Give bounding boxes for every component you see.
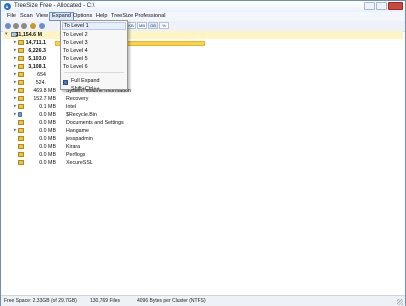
tree-row[interactable]: ▸ 0.1 MB Intel bbox=[3, 103, 403, 111]
folder-size: 469.8 MB bbox=[33, 88, 56, 94]
folder-name: Documents and Settings bbox=[66, 120, 124, 126]
expand-to-level-1[interactable]: To Level 1 bbox=[62, 22, 126, 30]
folder-size: 0.0 MB bbox=[39, 128, 56, 134]
folder-size: 0.0 MB bbox=[39, 152, 56, 158]
tree-row[interactable]: 0.0 MB Documents and Settings bbox=[3, 119, 403, 127]
free-space-status: Free Space: 2.33GB (of 29.7GB) bbox=[4, 298, 77, 304]
folder-size: 0.0 MB bbox=[39, 144, 56, 150]
menu-treesize-professional[interactable]: TreeSize Professional bbox=[109, 13, 168, 19]
expand-to-level-3[interactable]: To Level 3 bbox=[62, 39, 126, 47]
folder-size: 5,103.0 bbox=[28, 56, 46, 62]
folder-size: 654 bbox=[37, 72, 46, 78]
folder-size: 0.1 MB bbox=[39, 104, 56, 110]
tree-row[interactable]: 0.0 MB jesspadmin bbox=[3, 135, 403, 143]
folder-name: Recovery bbox=[66, 96, 89, 102]
expand-to-level-5[interactable]: To Level 5 bbox=[62, 55, 126, 63]
menu-scan[interactable]: Scan bbox=[18, 13, 35, 19]
tree-row[interactable]: 0.0 MB Kirara bbox=[3, 143, 403, 151]
tree-row[interactable]: ▸ 152.7 MB Recovery bbox=[3, 95, 403, 103]
unit-gb-button[interactable]: GB bbox=[148, 22, 158, 29]
treesize-logo-icon bbox=[4, 3, 11, 10]
close-button[interactable] bbox=[388, 2, 403, 10]
tree-row[interactable]: 0.0 MB Perflogs bbox=[3, 151, 403, 159]
minimize-button[interactable] bbox=[364, 2, 375, 10]
menu-options[interactable]: Options bbox=[71, 13, 94, 19]
folder-name: Kirara bbox=[66, 144, 81, 150]
folder-name: $Recycle.Bin bbox=[66, 112, 97, 118]
file-count-status: 130,769 Files bbox=[90, 298, 121, 304]
folder-name: Intel bbox=[66, 104, 77, 110]
menu-separator bbox=[64, 72, 124, 73]
folder-name: Hangame bbox=[66, 128, 89, 134]
app-window: TreeSize Free - Allocated - C:\ File Sca… bbox=[0, 0, 406, 306]
tree-row[interactable]: 0.0 MB XecureSSL bbox=[3, 159, 403, 167]
folder-size: 0.0 MB bbox=[39, 112, 56, 118]
resize-grip-icon[interactable] bbox=[397, 299, 403, 305]
root-size: 31,154.6 M bbox=[15, 32, 42, 38]
tree-row[interactable]: ▸ 0.0 MB $Recycle.Bin bbox=[3, 111, 403, 119]
status-bar: Free Space: 2.33GB (of 29.7GB) 130,769 F… bbox=[1, 295, 405, 306]
menu-file[interactable]: File bbox=[5, 13, 18, 19]
menu-view[interactable]: View bbox=[34, 13, 50, 19]
folder-size: 3,108.1 bbox=[28, 64, 46, 70]
expand-to-level-2[interactable]: To Level 2 bbox=[62, 31, 126, 39]
back-icon[interactable] bbox=[13, 23, 19, 29]
expand-to-level-6[interactable]: To Level 6 bbox=[62, 63, 126, 71]
tree-row[interactable]: ▸ 0.0 MB Hangame bbox=[3, 127, 403, 135]
folder-size: 0.0 MB bbox=[39, 120, 56, 126]
folder-size: 152.7 MB bbox=[33, 96, 56, 102]
window-controls bbox=[364, 2, 403, 11]
full-expand-item[interactable]: Full Expand Shift+Ctrl++ bbox=[62, 77, 126, 92]
cluster-size-status: 4096 Bytes per Cluster (NTFS) bbox=[137, 298, 206, 304]
folder-size: 0.0 MB bbox=[39, 160, 56, 166]
window-title: TreeSize Free - Allocated - C:\ bbox=[14, 3, 95, 9]
scan-icon[interactable] bbox=[39, 23, 45, 29]
unit-percent-button[interactable]: % bbox=[159, 22, 169, 29]
maximize-button[interactable] bbox=[376, 2, 387, 10]
collapse-icon[interactable]: ▾ bbox=[5, 32, 9, 37]
expand-to-level-4[interactable]: To Level 4 bbox=[62, 47, 126, 55]
folder-name: XecureSSL bbox=[66, 160, 93, 166]
folder-size: 0.0 MB bbox=[39, 136, 56, 142]
recycle-bin-icon bbox=[18, 112, 22, 117]
folder-open-icon[interactable] bbox=[5, 23, 11, 29]
menu-help[interactable]: Help bbox=[94, 13, 110, 19]
folder-name: Perflogs bbox=[66, 152, 86, 158]
refresh-icon[interactable] bbox=[30, 23, 36, 29]
expand-dropdown-menu: To Level 1 To Level 2 To Level 3 To Leve… bbox=[60, 20, 128, 92]
folder-size: 6,226.3 bbox=[28, 48, 46, 54]
folder-size: 14,711.1 bbox=[25, 40, 46, 46]
forward-icon[interactable] bbox=[21, 23, 27, 29]
unit-mb-button[interactable]: MB bbox=[137, 22, 147, 29]
folder-size: 524. bbox=[35, 80, 46, 86]
folder-name: jesspadmin bbox=[66, 136, 93, 142]
